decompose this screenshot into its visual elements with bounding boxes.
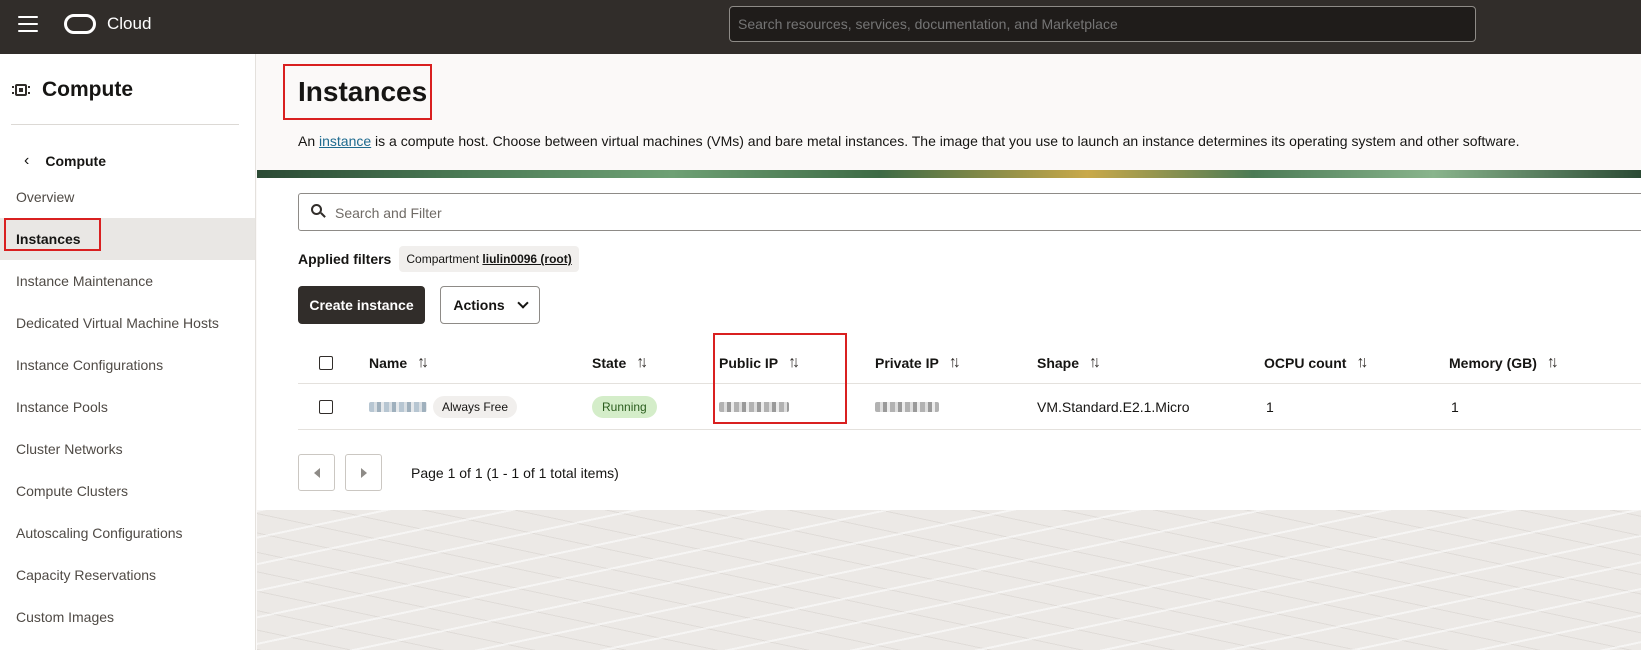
sidebar: Compute ‹ Compute Overview Instances Ins… [0, 54, 256, 650]
search-and-filter-box[interactable] [298, 193, 1641, 231]
row-select-cell [319, 384, 333, 429]
global-search-input[interactable] [729, 6, 1476, 42]
search-filter-input[interactable] [335, 202, 1035, 224]
instances-panel: Applied filters Compartment liulin0096 (… [257, 178, 1641, 510]
pagination: Page 1 of 1 (1 - 1 of 1 total items) [298, 454, 619, 491]
actions-button-label: Actions [453, 297, 505, 313]
chevron-down-icon [517, 296, 529, 309]
page-description: An instance is a compute host. Choose be… [298, 133, 1520, 149]
sidebar-item-custom-images[interactable]: Custom Images [0, 596, 255, 638]
ocpu-count-cell: 1 [1266, 398, 1274, 415]
previous-arrow-icon [313, 467, 320, 478]
sort-icon[interactable]: ↑↓ [788, 354, 800, 372]
select-all-checkbox[interactable] [319, 355, 333, 370]
sidebar-item-dedicated-vm-hosts[interactable]: Dedicated Virtual Machine Hosts [0, 302, 255, 344]
sidebar-item-instances[interactable]: Instances [0, 218, 255, 260]
compute-chip-icon [12, 81, 30, 99]
hamburger-menu-icon[interactable] [18, 16, 38, 32]
column-private-ip-label: Private IP [875, 354, 939, 371]
previous-page-button[interactable] [298, 454, 335, 491]
column-public-ip-label: Public IP [719, 354, 779, 371]
column-header-name[interactable]: Name ↑↓ [369, 342, 429, 383]
column-header-private-ip[interactable]: Private IP ↑↓ [875, 342, 961, 383]
memory-cell: 1 [1451, 398, 1459, 415]
row-checkbox[interactable] [319, 399, 333, 414]
always-free-badge: Always Free [433, 395, 518, 418]
brand-label[interactable]: Cloud [107, 14, 151, 34]
column-name-label: Name [369, 354, 408, 371]
table-row: Always Free Running VM.Standard.E2.1.Mic… [298, 384, 1641, 430]
sort-icon[interactable]: ↑↓ [1089, 354, 1101, 372]
running-status-badge: Running [592, 395, 657, 418]
private-ip-cell [875, 384, 939, 429]
back-to-compute-link[interactable]: ‹ Compute [24, 152, 106, 170]
public-ip-redacted [719, 401, 789, 412]
sidebar-item-autoscaling-configurations[interactable]: Autoscaling Configurations [0, 512, 255, 554]
sidebar-item-compute-clusters[interactable]: Compute Clusters [0, 470, 255, 512]
back-link-label: Compute [45, 153, 106, 169]
create-instance-button[interactable]: Create instance [298, 286, 425, 324]
sidebar-divider [11, 124, 239, 125]
column-memory-label: Memory (GB) [1449, 354, 1537, 371]
column-header-shape[interactable]: Shape ↑↓ [1037, 342, 1101, 383]
main-content: Instances An instance is a compute host.… [257, 54, 1641, 650]
filter-chip-value[interactable]: liulin0096 (root) [482, 252, 571, 266]
sidebar-item-instance-maintenance[interactable]: Instance Maintenance [0, 260, 255, 302]
instance-docs-link[interactable]: instance [319, 133, 371, 149]
sort-icon[interactable]: ↑↓ [417, 354, 429, 372]
applied-filters-label: Applied filters [298, 251, 392, 267]
description-prefix: An [298, 133, 320, 149]
sort-icon[interactable]: ↑↓ [1547, 354, 1559, 372]
shape-cell: VM.Standard.E2.1.Micro [1037, 398, 1190, 415]
next-page-button[interactable] [345, 454, 382, 491]
state-cell: Running [592, 384, 657, 429]
sidebar-item-overview[interactable]: Overview [0, 176, 255, 218]
instance-name-cell: Always Free [369, 384, 518, 429]
column-ocpu-label: OCPU count [1264, 354, 1347, 371]
sidebar-item-instance-configurations[interactable]: Instance Configurations [0, 344, 255, 386]
column-state-label: State [592, 354, 627, 371]
sort-icon[interactable]: ↑↓ [636, 354, 648, 372]
description-suffix: is a compute host. Choose between virtua… [371, 133, 1520, 149]
decorative-background [257, 510, 1641, 650]
sidebar-title: Compute [12, 78, 133, 102]
next-arrow-icon [360, 467, 367, 478]
table-header: Name ↑↓ State ↑↓ Public IP ↑↓ Private IP… [298, 342, 1641, 384]
sidebar-title-text: Compute [42, 78, 133, 101]
sort-icon[interactable]: ↑↓ [949, 354, 961, 372]
search-icon [311, 204, 326, 218]
sidebar-nav: Overview Instances Instance Maintenance … [0, 176, 255, 638]
compartment-filter-chip[interactable]: Compartment liulin0096 (root) [399, 246, 579, 272]
instance-name-link-redacted[interactable] [369, 401, 427, 412]
column-header-memory[interactable]: Memory (GB) ↑↓ [1449, 342, 1559, 383]
oracle-logo-icon[interactable] [64, 14, 96, 34]
column-header-ocpu-count[interactable]: OCPU count ↑↓ [1264, 342, 1368, 383]
page-title: Instances [298, 76, 428, 107]
sidebar-item-cluster-networks[interactable]: Cluster Networks [0, 428, 255, 470]
select-all-cell [319, 342, 333, 383]
sort-icon[interactable]: ↑↓ [1356, 354, 1368, 372]
public-ip-cell [719, 384, 789, 429]
column-header-public-ip[interactable]: Public IP ↑↓ [719, 342, 800, 383]
sidebar-item-instance-pools[interactable]: Instance Pools [0, 386, 255, 428]
pagination-info: Page 1 of 1 (1 - 1 of 1 total items) [411, 464, 619, 481]
top-bar: Cloud [0, 0, 1641, 54]
filter-chip-key: Compartment [406, 252, 480, 266]
sidebar-item-capacity-reservations[interactable]: Capacity Reservations [0, 554, 255, 596]
column-shape-label: Shape [1037, 354, 1080, 371]
column-header-state[interactable]: State ↑↓ [592, 342, 648, 383]
chevron-left-icon: ‹ [24, 152, 30, 169]
applied-filters: Applied filters Compartment liulin0096 (… [298, 246, 579, 272]
actions-dropdown-button[interactable]: Actions [440, 286, 540, 324]
private-ip-redacted [875, 401, 939, 412]
